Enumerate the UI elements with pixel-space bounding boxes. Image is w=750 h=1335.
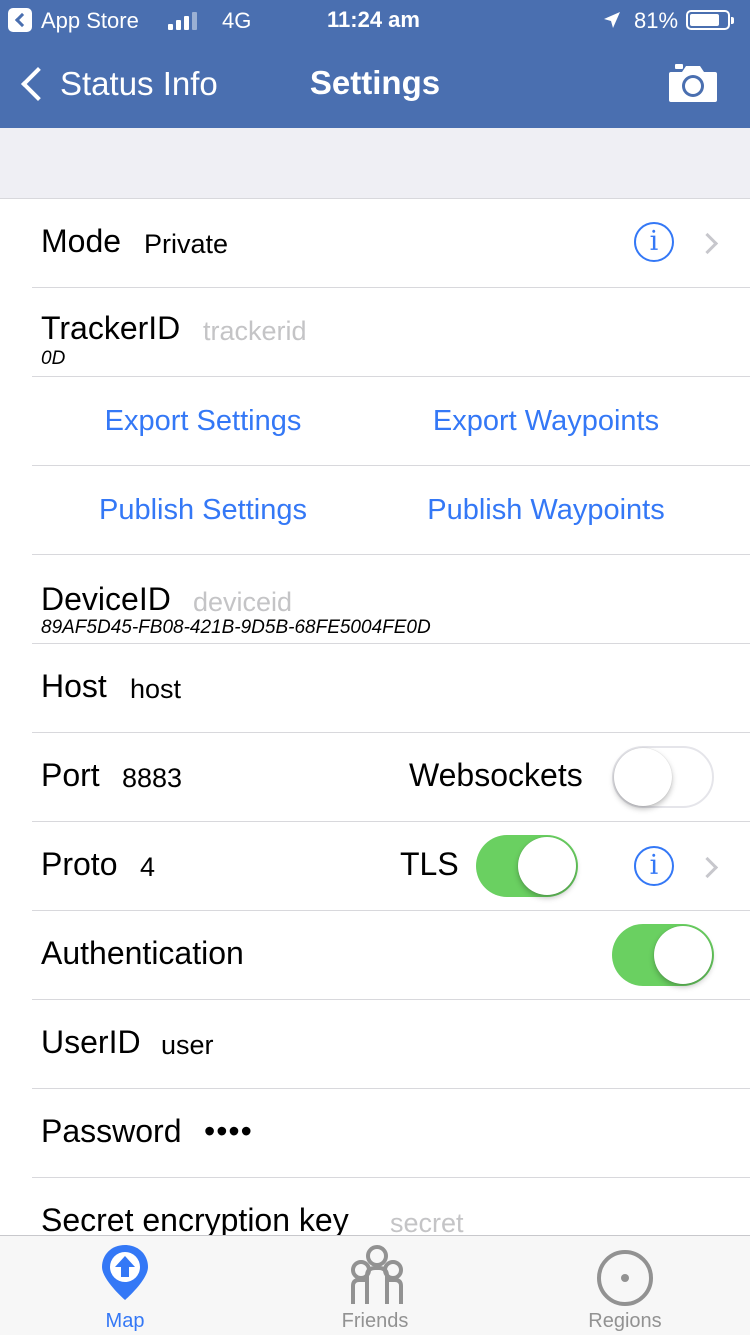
user-id-input[interactable]: user bbox=[161, 1030, 214, 1061]
tracker-id-value: 0D bbox=[41, 348, 66, 369]
map-pin-icon bbox=[102, 1245, 148, 1300]
user-id-row[interactable]: UserID user bbox=[32, 1000, 750, 1089]
websockets-toggle[interactable] bbox=[612, 746, 714, 808]
device-id-input[interactable]: deviceid bbox=[193, 587, 292, 618]
secret-key-label: Secret encryption key bbox=[41, 1202, 349, 1238]
status-bar: App Store 4G 11:24 am 81% bbox=[0, 0, 750, 40]
password-input[interactable]: •••• bbox=[204, 1113, 253, 1150]
tab-bar: Map Friends Regions bbox=[0, 1235, 750, 1335]
back-button[interactable]: Status Info bbox=[16, 62, 218, 106]
settings-list: Mode Private i TrackerID trackerid 0D Ex… bbox=[0, 199, 750, 1266]
top-bar: App Store 4G 11:24 am 81% Status Info Se… bbox=[0, 0, 750, 128]
port-input[interactable]: 8883 bbox=[122, 763, 182, 794]
authentication-row: Authentication bbox=[32, 911, 750, 1000]
authentication-label: Authentication bbox=[41, 935, 244, 971]
section-header-spacer bbox=[0, 128, 750, 199]
tracker-id-row[interactable]: TrackerID trackerid 0D bbox=[32, 288, 750, 377]
password-row[interactable]: Password •••• bbox=[32, 1089, 750, 1178]
tls-label: TLS bbox=[400, 846, 459, 882]
publish-row: Publish Settings Publish Waypoints bbox=[32, 466, 750, 555]
host-row[interactable]: Host host bbox=[32, 644, 750, 733]
tracker-id-input[interactable]: trackerid bbox=[203, 316, 307, 347]
tab-regions-label: Regions bbox=[588, 1310, 662, 1332]
tracker-id-label: TrackerID bbox=[41, 310, 181, 346]
status-time: 11:24 am bbox=[327, 7, 420, 32]
device-id-value: 89AF5D45-FB08-421B-9D5B-68FE5004FE0D bbox=[41, 617, 431, 638]
network-type: 4G bbox=[222, 8, 252, 33]
websockets-label: Websockets bbox=[409, 757, 583, 793]
toggle-knob bbox=[518, 837, 576, 895]
mode-row[interactable]: Mode Private i bbox=[32, 199, 750, 288]
tab-friends-label: Friends bbox=[341, 1310, 409, 1332]
export-settings-button[interactable]: Export Settings bbox=[32, 405, 374, 438]
host-label: Host bbox=[41, 668, 107, 704]
region-circle-icon bbox=[597, 1250, 653, 1306]
tls-toggle[interactable] bbox=[476, 835, 578, 897]
port-row: Port 8883 Websockets bbox=[32, 733, 750, 822]
tls-info-icon[interactable]: i bbox=[634, 846, 674, 886]
mode-value: Private bbox=[144, 229, 229, 259]
tab-map-label: Map bbox=[105, 1310, 145, 1332]
tab-map[interactable]: Map bbox=[0, 1236, 250, 1335]
chevron-left-icon bbox=[21, 67, 55, 101]
chevron-right-icon bbox=[696, 856, 719, 879]
toggle-knob bbox=[614, 748, 672, 806]
camera-icon[interactable] bbox=[667, 62, 719, 104]
export-waypoints-button[interactable]: Export Waypoints bbox=[374, 405, 718, 438]
password-label: Password bbox=[41, 1113, 182, 1149]
publish-waypoints-button[interactable]: Publish Waypoints bbox=[374, 494, 718, 527]
authentication-toggle[interactable] bbox=[612, 924, 714, 986]
back-app-label[interactable]: App Store bbox=[41, 8, 139, 34]
proto-row: Proto 4 TLS i bbox=[32, 822, 750, 911]
user-id-label: UserID bbox=[41, 1024, 141, 1060]
proto-input[interactable]: 4 bbox=[140, 852, 155, 883]
device-id-label: DeviceID bbox=[41, 581, 171, 617]
mode-label: Mode bbox=[41, 223, 122, 259]
port-label: Port bbox=[41, 757, 100, 793]
battery-icon bbox=[686, 10, 734, 30]
host-input[interactable]: host bbox=[130, 674, 181, 705]
navigation-bar: Status Info Settings bbox=[0, 40, 750, 128]
location-arrow-icon bbox=[604, 12, 620, 28]
battery-level bbox=[690, 14, 719, 26]
battery-percent: 81% bbox=[634, 8, 679, 33]
export-row: Export Settings Export Waypoints bbox=[32, 377, 750, 466]
back-to-app-icon[interactable] bbox=[8, 8, 32, 32]
friends-icon bbox=[351, 1245, 403, 1304]
proto-label: Proto bbox=[41, 846, 118, 882]
signal-strength-icon bbox=[168, 10, 204, 30]
tab-friends[interactable]: Friends bbox=[250, 1236, 500, 1335]
toggle-knob bbox=[654, 926, 712, 984]
chevron-right-icon bbox=[696, 232, 719, 255]
tab-regions[interactable]: Regions bbox=[500, 1236, 750, 1335]
device-id-row[interactable]: DeviceID deviceid 89AF5D45-FB08-421B-9D5… bbox=[32, 555, 750, 644]
publish-settings-button[interactable]: Publish Settings bbox=[32, 494, 374, 527]
mode-info-icon[interactable]: i bbox=[634, 222, 674, 262]
back-button-label: Status Info bbox=[60, 65, 218, 102]
